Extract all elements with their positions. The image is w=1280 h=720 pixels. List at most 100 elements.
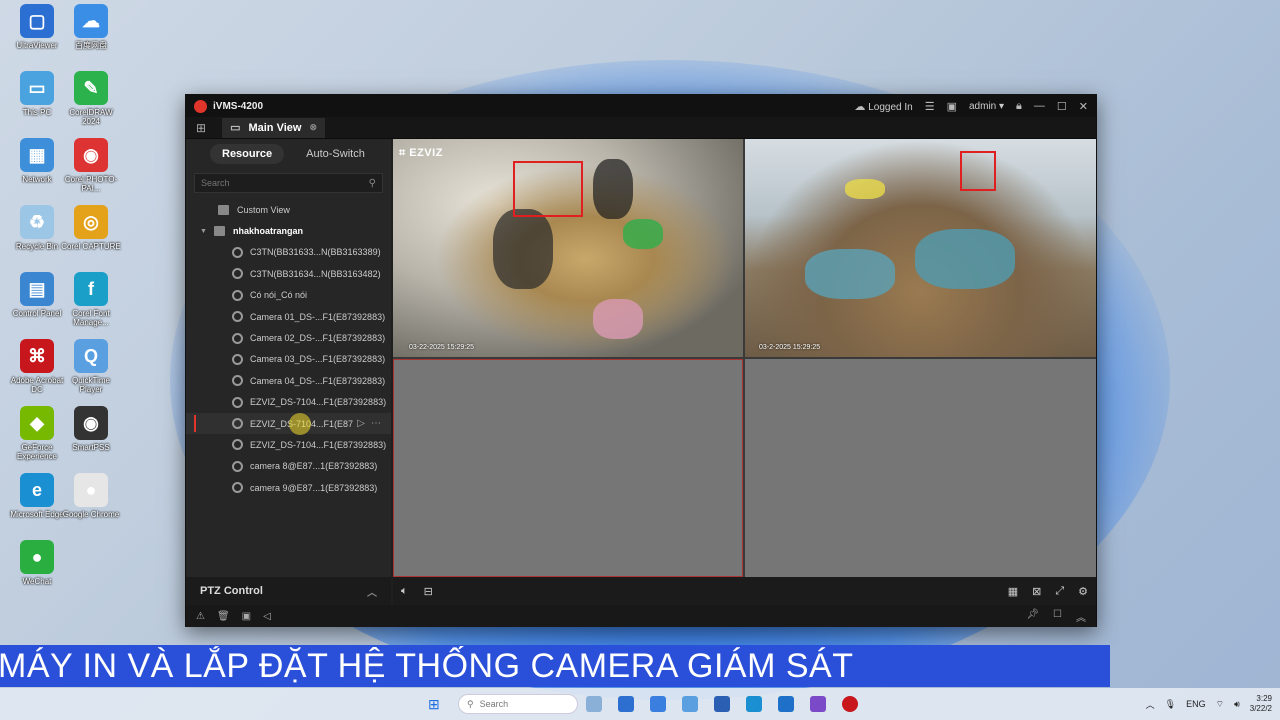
video-cell-3[interactable] [393,359,743,577]
app-icon[interactable] [810,696,826,712]
custom-view-item[interactable]: Custom View [186,199,391,220]
minimize-icon[interactable]: — [1034,100,1045,112]
speaker-icon[interactable]: 🔊︎ [1234,699,1240,710]
camera-item[interactable]: EZVIZ_DS-7104...F1(E87392883) [186,392,391,413]
timestamp: 03-22-2025 15:29:25 [409,344,474,351]
search-input[interactable] [201,178,369,188]
desktop-icon[interactable]: ▭ This PC [6,71,68,133]
edge-icon[interactable] [746,696,762,712]
desktop-icon[interactable]: Q QuickTime Player [60,339,122,401]
desktop-icon[interactable]: ▤ Control Panel [6,272,68,334]
camera-item[interactable]: camera 8@E87...1(E87392883) [186,456,391,477]
trash-icon[interactable]: 🗑︎ [217,611,230,622]
login-status[interactable]: ☁ Logged In [854,100,912,113]
desktop-icon[interactable]: ◉ SmartPSS [60,406,122,468]
volume-icon[interactable]: 🔈︎ [401,585,408,598]
settings-icon[interactable]: ⚙ [1078,585,1088,598]
chevron-up-icon[interactable]: ︿ [367,584,377,599]
desktop-icon[interactable]: ⌘ Adobe Acrobat DC [6,339,68,401]
play-icon[interactable]: ▷ [357,418,365,429]
ptz-control-bar[interactable]: PTZ Control ︿ [186,577,391,605]
camera-item[interactable]: Camera 01_DS-...F1(E87392883) [186,306,391,327]
windows-start-icon[interactable]: ⊞ [428,696,444,712]
camera-icon [232,375,243,387]
list-icon[interactable]: ☰ [925,100,935,113]
camera-item[interactable]: Camera 03_DS-...F1(E87392883) [186,349,391,370]
camera-item[interactable]: Có nói_Có nói [186,285,391,306]
task-view-icon[interactable] [586,696,602,712]
fullscreen-icon[interactable]: ⤢ [1055,585,1064,598]
layout-icon[interactable]: ▦ [1008,585,1018,598]
desktop-icon[interactable]: ☁ 百度网盘 [60,4,122,66]
camera-label: Camera 04_DS-...F1(E87392883) [250,375,386,386]
camera-icon [232,396,243,408]
camera-item[interactable]: EZVIZ_DS-7104...F1(E87▷⋯ [186,412,391,435]
camera-icon [232,311,243,323]
stop-all-icon[interactable]: ⊟ [424,585,433,598]
desktop-icon[interactable]: ♻ Recycle Bin [6,205,68,267]
app-icon[interactable] [682,696,698,712]
image-icon[interactable]: ▣ [947,100,957,113]
desktop-icon[interactable]: f Corel Font Manage... [60,272,122,334]
feed-object [805,249,895,299]
feed-object [623,219,663,249]
ivms-taskbar-icon[interactable] [842,696,858,712]
store-icon[interactable] [778,696,794,712]
clock[interactable]: 3:29 3/22/2 [1250,694,1272,714]
desktop-icon-label: Recycle Bin [15,242,59,251]
taskbar-search[interactable]: ⚲ Search [458,694,578,714]
expand-up-icon[interactable]: ︽ [1076,609,1086,624]
desktop-icon-label: QuickTime Player [72,376,110,394]
mute-icon[interactable]: ◁ [263,611,271,622]
camera-item[interactable]: C3TN(BB31633...N(BB3163389) [186,242,391,263]
chat-icon[interactable] [650,696,666,712]
app-icon[interactable] [714,696,730,712]
camera-label: Camera 02_DS-...F1(E87392883) [250,333,386,344]
camera-item[interactable]: EZVIZ_DS-7104...F1(E87392883) [186,434,391,455]
video-cell-2[interactable]: 03-2-2025 15:29:25 [745,139,1096,357]
video-cell-1[interactable]: ⌗ EZVIZ 03-22-2025 15:29:25 [393,139,743,357]
desktop-icon-label: 百度网盘 [75,41,107,50]
close-all-icon[interactable]: ⊠ [1032,585,1041,598]
camera-item[interactable]: Camera 04_DS-...F1(E87392883) [186,370,391,391]
tab-resource[interactable]: Resource [210,144,285,164]
desktop-icon[interactable]: ● WeChat [6,540,68,602]
search-icon[interactable]: ⚲ [369,178,376,189]
desktop-icon[interactable]: ▦ Network [6,138,68,200]
desktop-icon[interactable]: ◆ GeForce Experience [6,406,68,468]
tab-close-icon[interactable]: ⊗ [309,122,317,133]
desktop-icon[interactable]: ▢ UltraViewer [6,4,68,66]
camera-item[interactable]: Camera 02_DS-...F1(E87392883) [186,327,391,348]
desktop-icon[interactable]: ◉ Corel PHOTO-PAI... [60,138,122,200]
chevron-up-icon[interactable]: ︿ [1146,698,1155,711]
camera-item[interactable]: camera 9@E87...1(E87392883) [186,477,391,498]
video-cell-4[interactable] [745,359,1096,577]
lock-icon[interactable]: 🔒︎ [1016,100,1022,113]
wifi-icon[interactable]: ⌔ [1216,699,1224,710]
more-icon[interactable]: ⋯ [371,418,381,429]
desktop-icon[interactable]: ◎ Corel CAPTURE [60,205,122,267]
expand-triangle-icon[interactable]: ▼ [200,228,210,235]
ezviz-label: EZVIZ [409,147,443,159]
user-menu[interactable]: admin ▾ [969,101,1004,112]
pin-icon[interactable]: 📌︎ [1026,609,1039,624]
microphone-icon[interactable]: 🎙︎ [1165,699,1176,710]
desktop-icon[interactable]: e Microsoft Edge [6,473,68,535]
tab-main-view[interactable]: ▭ Main View ⊗ [222,117,325,138]
language-indicator[interactable]: ENG [1186,699,1206,709]
desktop-icon[interactable]: ● Google Chrome [60,473,122,535]
camera-label: Có nói_Có nói [250,290,308,301]
close-icon[interactable]: ✕ [1079,100,1088,113]
group-item[interactable]: ▼ nhakhoatrangan [186,220,391,241]
grid-menu-icon[interactable]: ⊞ [196,121,206,135]
window-icon[interactable]: ☐ [1053,609,1062,624]
desktop-app-icon: ● [74,473,108,507]
maximize-icon[interactable]: ☐ [1057,100,1067,113]
desktop-icon[interactable]: ✎ CorelDRAW 2024 [60,71,122,133]
tab-auto-switch[interactable]: Auto-Switch [294,144,377,164]
group-label: nhakhoatrangan [233,226,304,237]
camera-item[interactable]: C3TN(BB31634...N(BB3163482) [186,263,391,284]
alarm-icon[interactable]: ⚠ [196,611,205,622]
file-explorer-icon[interactable] [618,696,634,712]
picture-icon[interactable]: ▣ [242,611,251,622]
